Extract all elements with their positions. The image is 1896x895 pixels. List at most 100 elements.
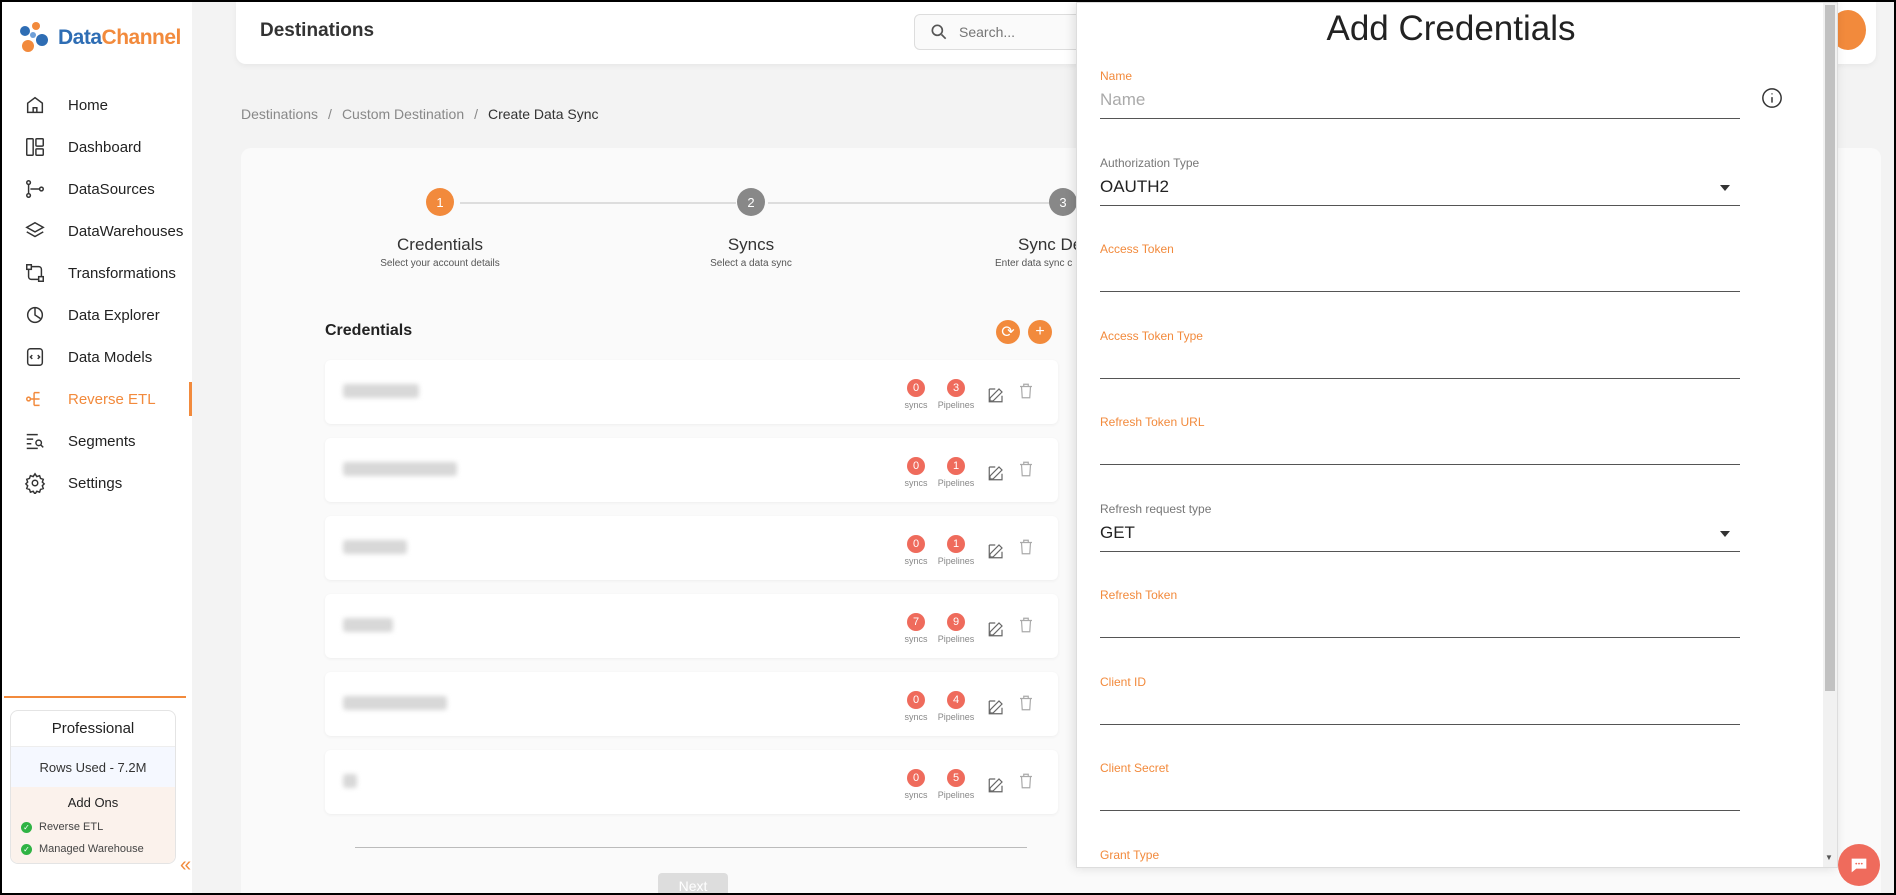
sidebar-item-reverse-etl[interactable]: Reverse ETL: [2, 378, 192, 420]
client-id-label: Client ID: [1100, 674, 1147, 689]
sidebar-item-data-explorer[interactable]: Data Explorer: [2, 294, 192, 336]
sidebar-item-label: Reverse ETL: [68, 390, 156, 408]
authorization-type-select[interactable]: OAUTH2: [1100, 170, 1740, 206]
syncs-count: 0: [907, 691, 925, 709]
add-credential-button[interactable]: +: [1028, 320, 1052, 344]
plan-card: Professional Rows Used - 7.2M Add Ons ✓ R…: [10, 710, 176, 864]
client-id-field[interactable]: Client ID: [1100, 675, 1740, 725]
sidebar-item-data-models[interactable]: Data Models: [2, 336, 192, 378]
trash-icon[interactable]: [1017, 382, 1035, 400]
addon-item: ✓ Managed Warehouse: [11, 838, 175, 860]
refresh-token-url-input[interactable]: [1100, 429, 1740, 465]
grant-type-input[interactable]: [1100, 862, 1740, 868]
authorization-type-field[interactable]: Authorization Type OAUTH2: [1100, 156, 1740, 206]
datachannel-logo-icon: [16, 20, 52, 56]
edit-icon[interactable]: [987, 620, 1005, 638]
divider: [355, 847, 1027, 848]
access-token-input[interactable]: [1100, 256, 1740, 292]
access-token-type-input[interactable]: [1100, 343, 1740, 379]
chat-button[interactable]: [1838, 844, 1880, 886]
client-secret-field[interactable]: Client Secret: [1100, 761, 1740, 811]
name-placeholder: Name: [1100, 90, 1146, 109]
sidebar-item-settings[interactable]: Settings: [2, 462, 192, 504]
trash-icon[interactable]: [1017, 772, 1035, 790]
next-button[interactable]: Next: [658, 873, 728, 895]
step-3-circle[interactable]: 3: [1049, 188, 1077, 216]
gear-icon: [24, 472, 46, 494]
logo[interactable]: DataChannel: [16, 20, 181, 56]
breadcrumb-separator: /: [474, 106, 478, 122]
sidebar-item-datawarehouses[interactable]: DataWarehouses: [2, 210, 192, 252]
credential-row[interactable]: 0 syncs 5 Pipelines: [325, 750, 1058, 814]
sidebar: DataChannel Home Dashboard DataSources D…: [2, 2, 192, 893]
client-secret-input[interactable]: [1100, 775, 1740, 811]
trash-icon[interactable]: [1017, 460, 1035, 478]
sidebar-item-datasources[interactable]: DataSources: [2, 168, 192, 210]
drawer-scrollbar[interactable]: ▼: [1823, 3, 1837, 867]
sidebar-item-dashboard[interactable]: Dashboard: [2, 126, 192, 168]
refresh-request-type-select[interactable]: GET: [1100, 516, 1740, 552]
breadcrumb-destinations[interactable]: Destinations: [241, 106, 318, 122]
trash-icon[interactable]: [1017, 694, 1035, 712]
addons: Add Ons ✓ Reverse ETL ✓ Managed Warehouse: [11, 787, 175, 863]
edit-icon[interactable]: [987, 698, 1005, 716]
explorer-icon: [26, 306, 44, 324]
refresh-token-url-field[interactable]: Refresh Token URL: [1100, 415, 1740, 465]
datasources-icon: [26, 180, 44, 198]
pipelines-label: Pipelines: [937, 556, 975, 566]
breadcrumb-custom-destination[interactable]: Custom Destination: [342, 106, 464, 122]
check-icon: ✓: [21, 821, 32, 833]
authorization-type-value: OAUTH2: [1100, 176, 1169, 196]
transform-icon: [26, 264, 44, 282]
plan-name: Professional: [11, 711, 175, 747]
name-input[interactable]: Name: [1100, 83, 1740, 119]
step-1-circle[interactable]: 1: [426, 188, 454, 216]
grant-type-field[interactable]: Grant Type: [1100, 848, 1740, 868]
credential-row[interactable]: 0 syncs 3 Pipelines: [325, 360, 1058, 424]
info-icon[interactable]: [1761, 87, 1783, 109]
addon-item: ✓ Reverse ETL: [11, 816, 175, 838]
credential-row[interactable]: 0 syncs 4 Pipelines: [325, 672, 1058, 736]
plan-divider: [4, 696, 186, 698]
credential-row[interactable]: 0 syncs 1 Pipelines: [325, 438, 1058, 502]
edit-icon[interactable]: [987, 386, 1005, 404]
pipelines-label: Pipelines: [937, 478, 975, 488]
breadcrumb-separator: /: [328, 106, 332, 122]
refresh-token-input[interactable]: [1100, 602, 1740, 638]
refresh-request-type-value: GET: [1100, 522, 1135, 542]
refresh-request-type-field[interactable]: Refresh request type GET: [1100, 502, 1740, 552]
client-id-input[interactable]: [1100, 689, 1740, 725]
edit-icon[interactable]: [987, 464, 1005, 482]
collapse-sidebar-icon[interactable]: «: [180, 854, 191, 877]
trash-icon[interactable]: [1017, 538, 1035, 556]
access-token-type-field[interactable]: Access Token Type: [1100, 329, 1740, 379]
search-icon: [931, 24, 947, 40]
sidebar-item-label: Home: [68, 96, 109, 114]
access-token-field[interactable]: Access Token: [1100, 242, 1740, 292]
pipelines-count: 3: [947, 379, 965, 397]
addons-title: Add Ons: [67, 795, 119, 810]
step-2-circle[interactable]: 2: [737, 188, 765, 216]
sidebar-item-home[interactable]: Home: [2, 84, 192, 126]
sidebar-item-segments[interactable]: Segments: [2, 420, 192, 462]
credential-row[interactable]: 0 syncs 1 Pipelines: [325, 516, 1058, 580]
sidebar-item-label: Data Models: [68, 348, 153, 366]
segments-icon: [26, 433, 44, 450]
scroll-thumb[interactable]: [1825, 5, 1835, 691]
name-field[interactable]: Name Name: [1100, 69, 1740, 119]
refresh-button[interactable]: ⟳: [996, 320, 1020, 344]
sidebar-item-transformations[interactable]: Transformations: [2, 252, 192, 294]
sidebar-item-label: Dashboard: [68, 138, 142, 156]
scroll-down-icon[interactable]: ▼: [1825, 853, 1833, 862]
step-2-title: Syncs: [727, 235, 775, 254]
syncs-label: syncs: [904, 790, 928, 800]
credential-row[interactable]: 7 syncs 9 Pipelines: [325, 594, 1058, 658]
credential-name-redacted: [343, 540, 407, 554]
edit-icon[interactable]: [987, 776, 1005, 794]
syncs-label: syncs: [904, 634, 928, 644]
trash-icon[interactable]: [1017, 616, 1035, 634]
edit-icon[interactable]: [987, 542, 1005, 560]
refresh-request-type-label: Refresh request type: [1100, 501, 1212, 516]
sidebar-item-label: Settings: [68, 474, 123, 492]
refresh-token-field[interactable]: Refresh Token: [1100, 588, 1740, 638]
